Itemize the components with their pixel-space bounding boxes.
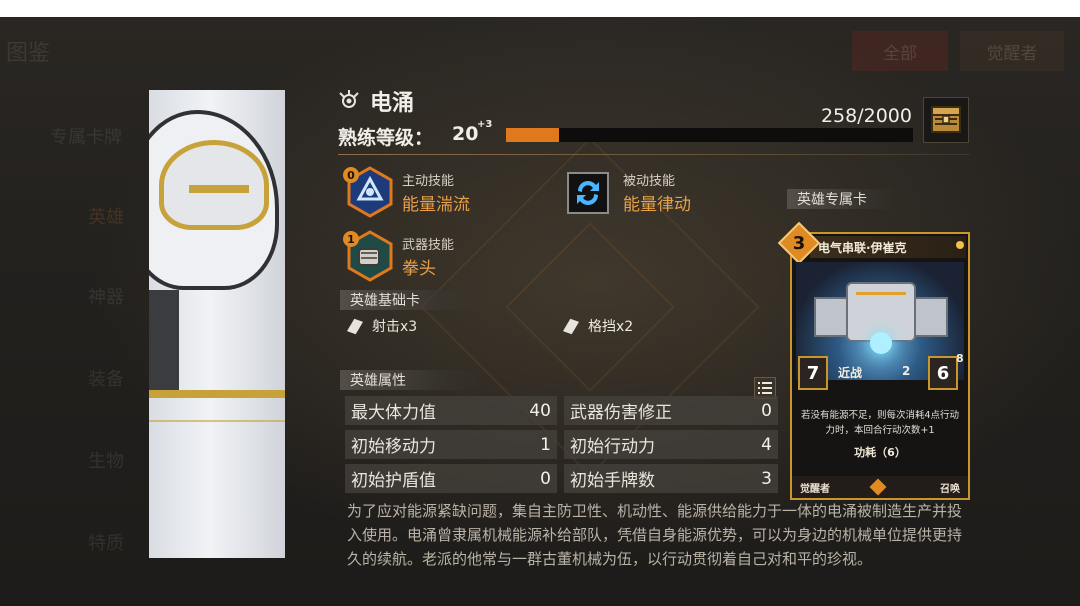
card-description: 若没有能源不足，则每次消耗4点行动力时，本回合行动次数+1 — [800, 410, 960, 436]
hero-visor-slot — [189, 185, 249, 193]
hero-portrait — [149, 90, 285, 558]
attribute-name: 初始行动力 — [570, 437, 655, 457]
proficiency-bonus: +3 — [477, 119, 493, 130]
card-keyword: 功耗（6） — [854, 446, 906, 459]
card-attack: 7 — [798, 356, 828, 390]
attribute-row: 初始行动力 4 — [564, 430, 778, 459]
passive-skill-name[interactable]: 能量律动 — [623, 190, 691, 215]
passive-skill-type: 被动技能 — [623, 174, 676, 189]
hero-gold-band — [149, 390, 285, 398]
attribute-name: 最大体力值 — [351, 403, 436, 423]
attribute-value: 3 — [761, 468, 772, 489]
header-divider — [338, 154, 970, 155]
attributes-header: 英雄属性 — [340, 370, 480, 390]
attribute-name: 初始移动力 — [351, 437, 436, 457]
side-menu-item-heroes[interactable]: 英雄 — [88, 203, 124, 229]
basic-cards-header: 英雄基础卡 — [340, 290, 480, 310]
mech-shoulder — [914, 297, 948, 337]
basic-card-block[interactable]: 格挡x2 — [562, 316, 634, 336]
filter-awakened-button[interactable]: 觉醒者 — [960, 31, 1064, 71]
mech-shoulder — [814, 297, 848, 337]
attribute-name: 初始护盾值 — [351, 471, 436, 491]
weapon-skill-cost-badge: 1 — [343, 231, 359, 247]
filter-all-button[interactable]: 全部 — [852, 31, 948, 71]
attribute-name: 初始手牌数 — [570, 471, 655, 491]
active-skill-cost-badge: 0 — [343, 167, 359, 183]
card-rarity-gem — [956, 241, 964, 249]
mech-stripe — [856, 292, 906, 295]
proficiency-progress-fill — [506, 128, 559, 142]
active-skill-type: 主动技能 — [402, 174, 455, 189]
proficiency-progress-bar — [506, 128, 913, 142]
hero-arm — [149, 290, 179, 390]
attribute-row: 初始手牌数 3 — [564, 464, 778, 493]
card-cost: 3 — [792, 232, 806, 254]
proficiency-level: 20 — [452, 123, 479, 145]
hero-class-icon — [339, 90, 359, 108]
attribute-row: 武器伤害修正 0 — [564, 396, 778, 425]
mech-energy-core — [870, 332, 892, 354]
attribute-name: 武器伤害修正 — [570, 403, 672, 423]
weapon-skill-name[interactable]: 拳头 — [402, 254, 436, 279]
attribute-value: 1 — [540, 434, 551, 455]
side-menu-item-traits[interactable]: 特质 — [88, 529, 124, 555]
attribute-row: 初始移动力 1 — [345, 430, 557, 459]
card-title: 电气串联·伊崔克 — [810, 236, 966, 258]
chest-icon — [931, 106, 961, 133]
card-defense: 6 — [928, 356, 958, 390]
card-faction: 觉醒者 — [800, 483, 830, 495]
card-range: 近战 — [838, 366, 863, 380]
proficiency-label: 熟练等级： — [338, 127, 434, 149]
codex-screen: 图鉴 全部 觉醒者 专属卡牌 英雄 神器 装备 生物 特质 电涌 熟练等级： 2… — [0, 17, 1080, 606]
active-skill-name[interactable]: 能量湍流 — [402, 190, 470, 215]
card-icon — [346, 318, 364, 334]
basic-card-shoot[interactable]: 射击x3 — [346, 316, 418, 336]
list-icon — [758, 382, 772, 394]
side-menu-item-creatures[interactable]: 生物 — [88, 447, 124, 473]
attribute-row: 最大体力值 40 — [345, 396, 557, 425]
hero-name: 电涌 — [370, 91, 415, 116]
card-type: 召唤 — [940, 483, 960, 495]
passive-skill-icon[interactable] — [566, 171, 610, 215]
side-menu-item-equipment[interactable]: 装备 — [88, 365, 124, 391]
exclusive-hero-card[interactable]: 电气串联·伊崔克 3 7 近战 2 6 8 若没有能源不足，则每次消耗4点行动力… — [777, 221, 970, 500]
basic-card-block-label: 格挡x2 — [588, 319, 634, 335]
attribute-value: 4 — [761, 434, 772, 455]
basic-card-shoot-label: 射击x3 — [372, 319, 418, 335]
card-icon — [562, 318, 580, 334]
reward-chest-button[interactable] — [923, 97, 969, 143]
card-secondary-value: 2 — [902, 364, 911, 378]
card-stat-bar: 7 近战 2 6 8 — [792, 352, 968, 392]
hero-gold-line — [149, 420, 285, 422]
background-title: 图鉴 — [6, 41, 51, 66]
proficiency-progress-text: 258/2000 — [820, 105, 912, 127]
side-menu-item-cards[interactable]: 专属卡牌 — [50, 123, 122, 149]
weapon-skill-type: 武器技能 — [402, 238, 455, 253]
exclusive-card-header: 英雄专属卡 — [787, 189, 897, 209]
side-menu-item-artifacts[interactable]: 神器 — [88, 283, 124, 309]
card-shield-value: 8 — [956, 352, 964, 365]
attribute-value: 0 — [540, 468, 551, 489]
attribute-value: 40 — [529, 400, 551, 421]
attribute-row: 初始护盾值 0 — [345, 464, 557, 493]
attribute-value: 0 — [761, 400, 772, 421]
hero-description: 为了应对能源紧缺问题，集自主防卫性、机动性、能源供给能力于一体的电涌被制造生产并… — [347, 502, 963, 568]
